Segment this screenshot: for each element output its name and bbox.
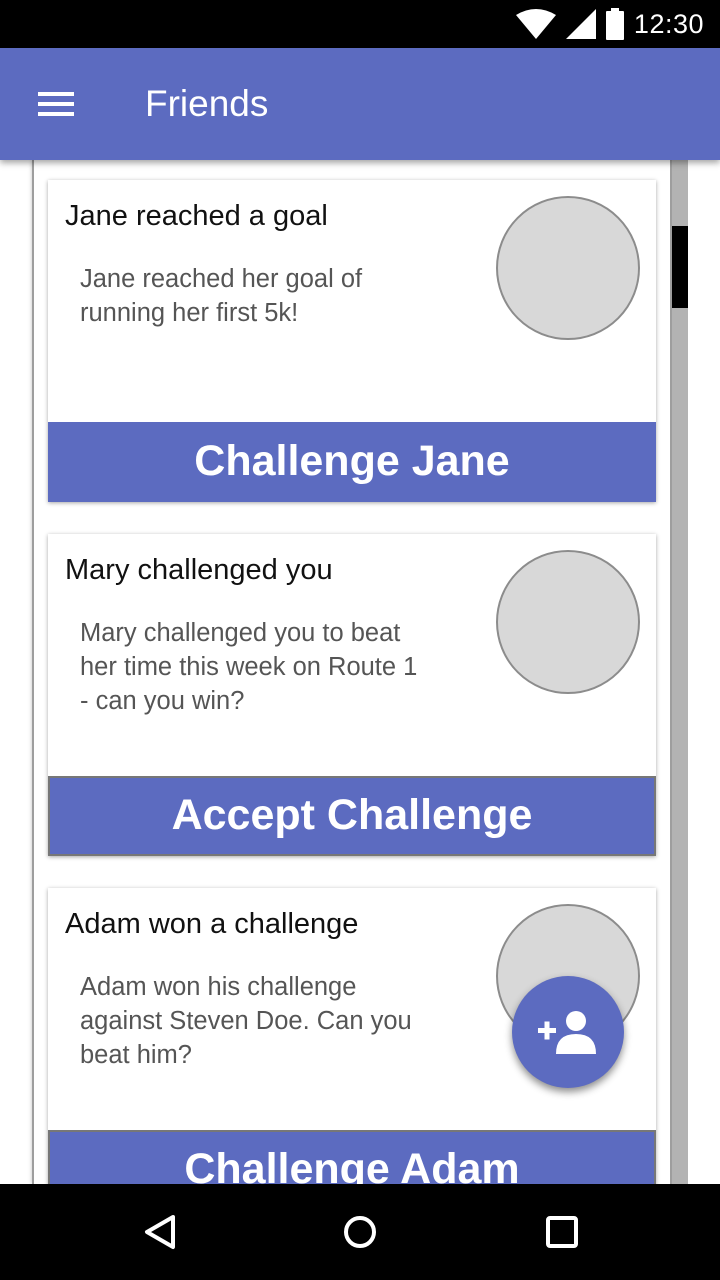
feed-content[interactable]: Jane reached a goal Jane reached her goa… xyxy=(0,160,720,1184)
scrollbar-track[interactable] xyxy=(672,160,688,1184)
navigation-bar xyxy=(0,1184,720,1280)
add-friend-button[interactable] xyxy=(512,976,624,1088)
accept-challenge-button[interactable]: Accept Challenge xyxy=(48,776,656,856)
back-icon xyxy=(145,1215,175,1249)
wifi-icon xyxy=(515,9,556,39)
card-heading: Mary challenged you xyxy=(65,554,333,586)
app-screen: 12:30 Friends Jane reached a goal Jane r… xyxy=(0,0,720,1280)
recents-button[interactable] xyxy=(532,1202,592,1262)
cell-signal-icon xyxy=(565,9,596,39)
card-body: Adam won his challenge against Steven Do… xyxy=(80,973,412,1069)
page-title: Friends xyxy=(145,83,269,124)
home-button[interactable] xyxy=(330,1202,390,1262)
home-icon xyxy=(344,1216,376,1248)
feed-card-mary: Mary challenged you Mary challenged you … xyxy=(48,534,656,856)
app-bar: Friends xyxy=(0,48,720,160)
card-heading: Adam won a challenge xyxy=(65,908,359,940)
challenge-jane-button[interactable]: Challenge Jane xyxy=(48,422,656,502)
status-time: 12:30 xyxy=(633,8,704,39)
avatar xyxy=(496,196,640,340)
back-button[interactable] xyxy=(130,1202,190,1262)
status-icons: 12:30 xyxy=(515,0,704,48)
scrollbar-thumb[interactable] xyxy=(672,226,688,308)
challenge-adam-button[interactable]: Challenge Adam xyxy=(48,1130,656,1184)
avatar xyxy=(496,550,640,694)
card-body: Jane reached her goal of running her fir… xyxy=(80,265,363,327)
feed-card-jane: Jane reached a goal Jane reached her goa… xyxy=(48,180,656,502)
card-body: Mary challenged you to beat her time thi… xyxy=(80,619,418,715)
card-heading: Jane reached a goal xyxy=(65,200,328,232)
add-person-icon xyxy=(538,1011,596,1054)
hamburger-menu-icon[interactable] xyxy=(30,82,82,126)
status-bar: 12:30 xyxy=(0,0,720,48)
recents-icon xyxy=(546,1216,578,1248)
battery-icon xyxy=(605,8,624,40)
